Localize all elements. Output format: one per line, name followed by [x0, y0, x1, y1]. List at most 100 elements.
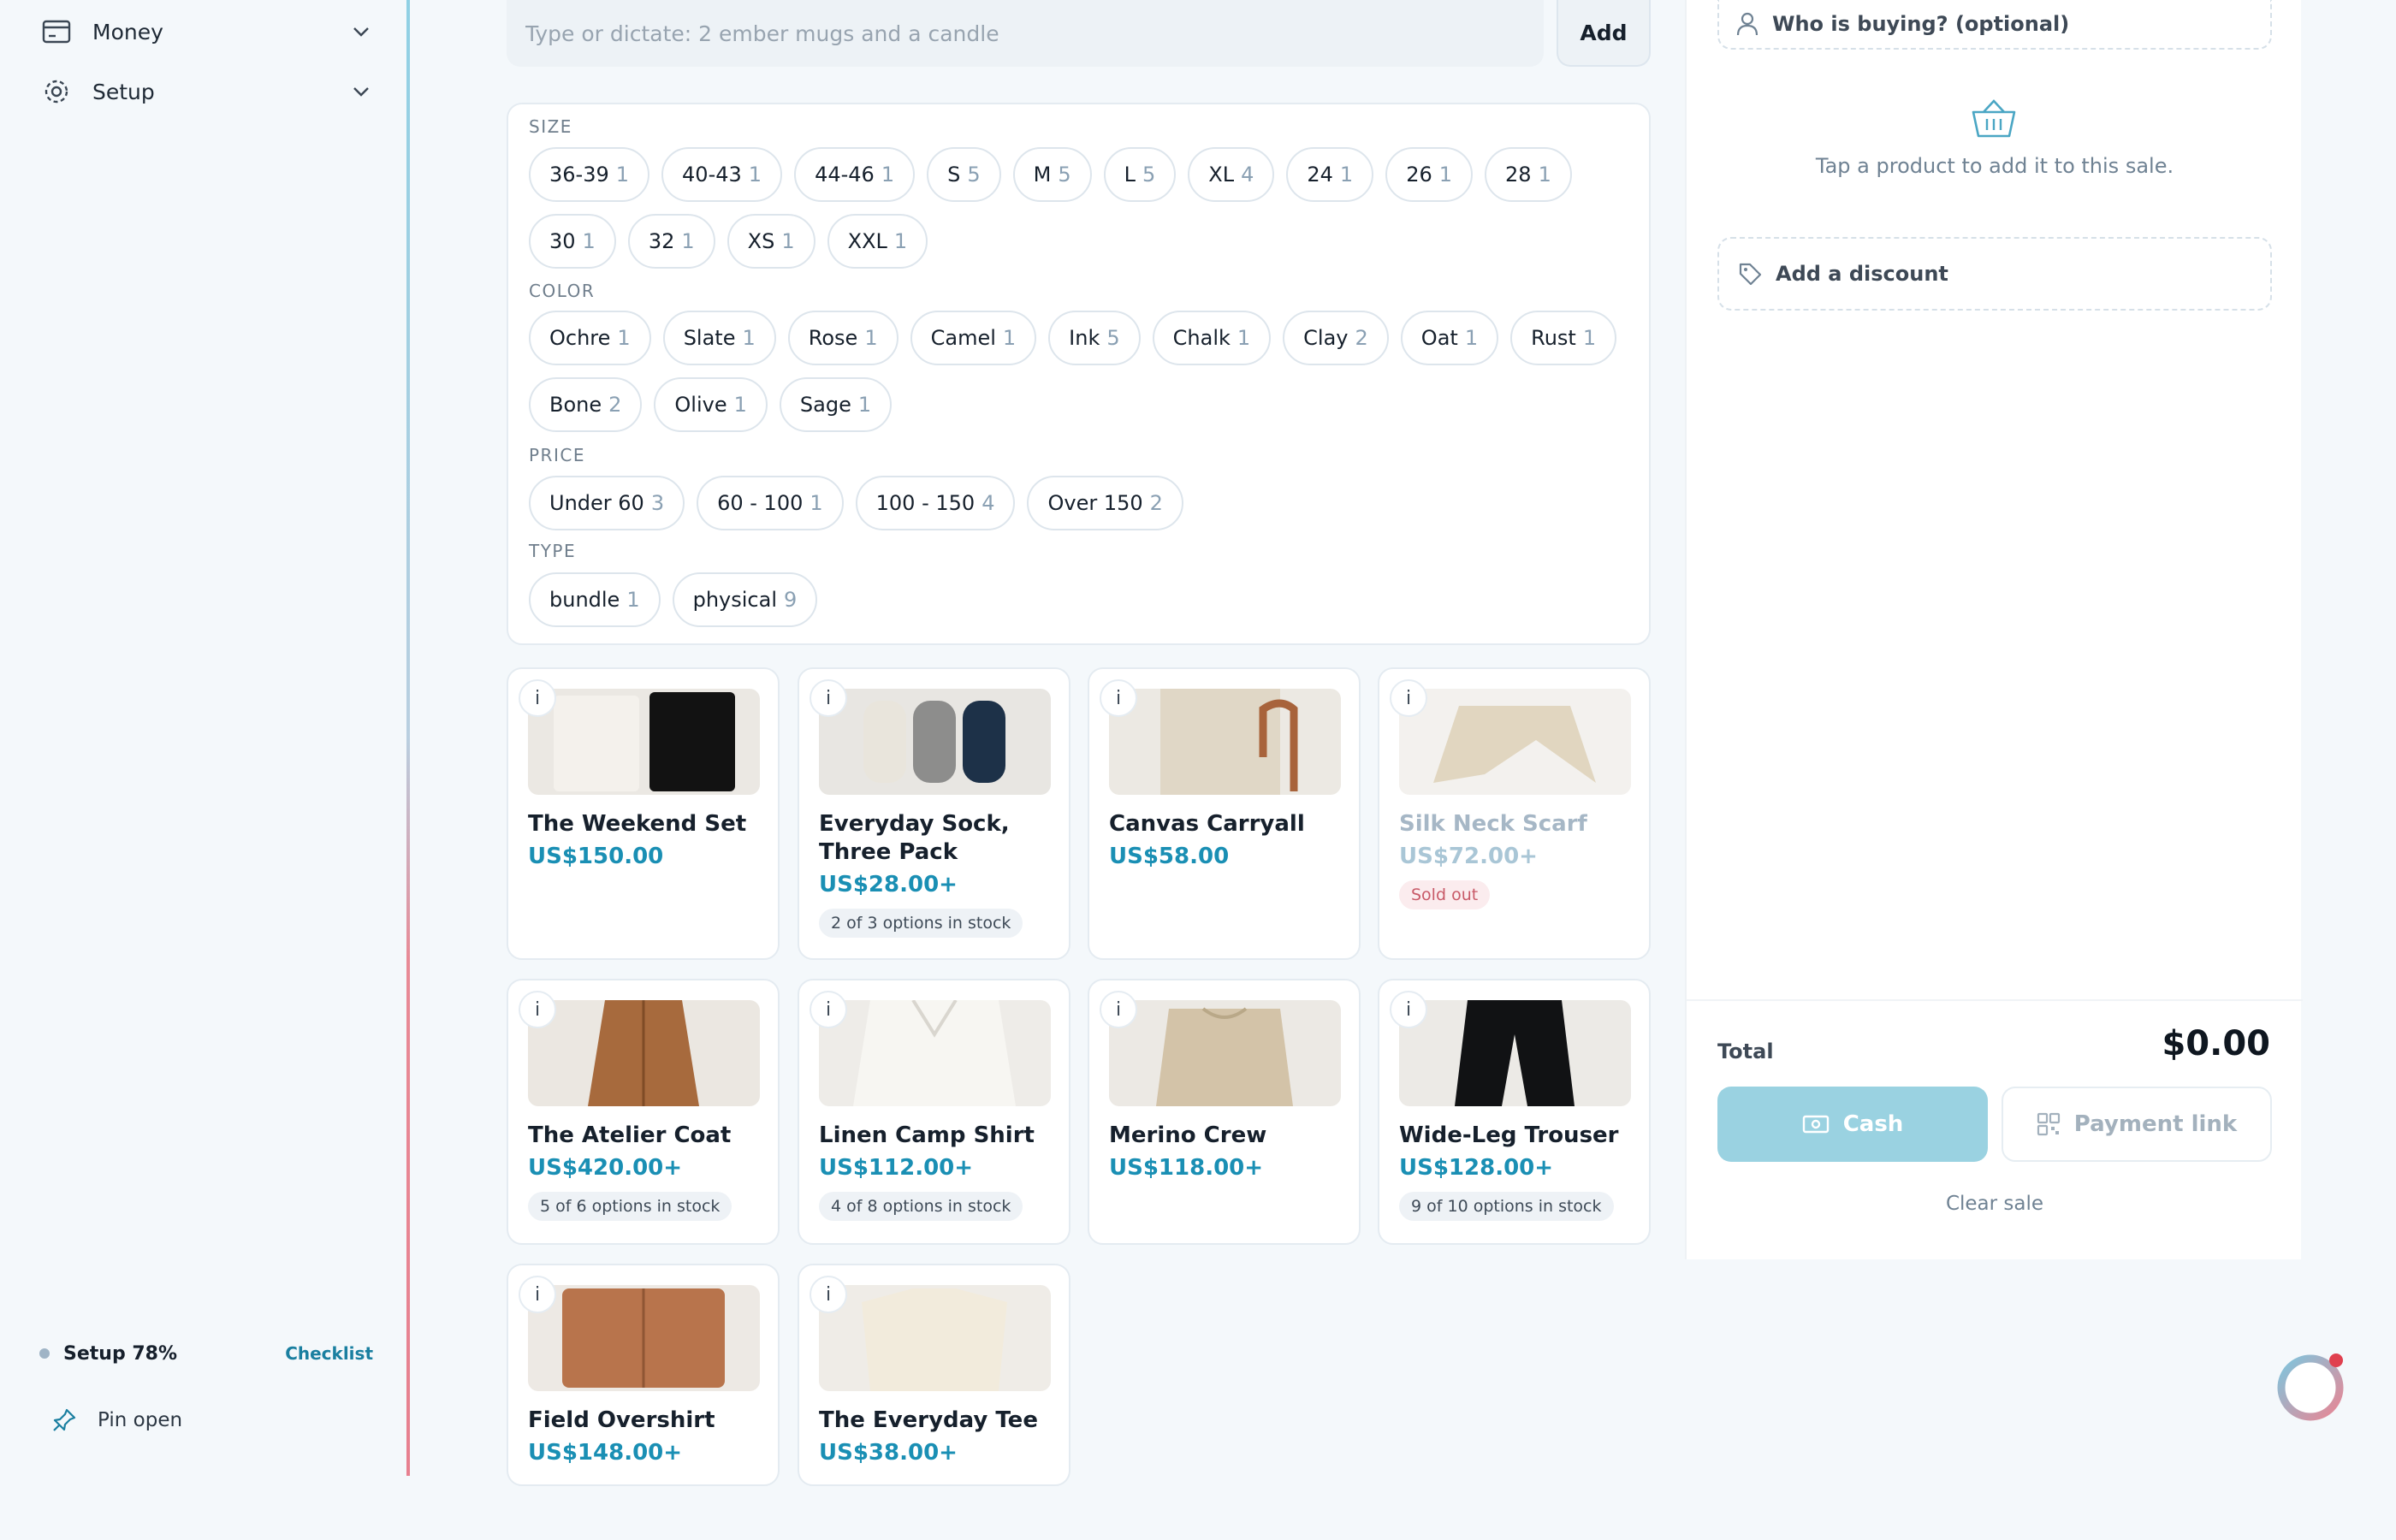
- info-button[interactable]: i: [1390, 679, 1427, 717]
- filter-chip-count: 1: [1237, 326, 1251, 350]
- filter-group-title: SIZE: [529, 116, 572, 137]
- setup-progress-text: Setup 78%: [63, 1342, 178, 1365]
- product-image: [819, 1285, 1051, 1391]
- filter-chip[interactable]: Clay 2: [1283, 311, 1389, 365]
- checklist-link[interactable]: Checklist: [285, 1343, 373, 1364]
- filter-chip-label: 26: [1406, 163, 1432, 187]
- filter-panel: SIZE 36-39 1 40-43 1 44-46 1 S 5 M 5 L 5 XL 4 24 1 26 1 28…: [507, 103, 1651, 645]
- filter-chip[interactable]: 24 1: [1286, 147, 1374, 202]
- product-name: The Atelier Coat: [528, 1122, 732, 1148]
- product-card[interactable]: i Everyday Sock, Three Pack US$28.00+ 2 …: [798, 667, 1070, 960]
- filter-chip[interactable]: physical 9: [672, 572, 818, 627]
- filter-chip-label: Ink: [1069, 326, 1100, 350]
- cash-button[interactable]: Cash: [1717, 1087, 1988, 1162]
- add-button[interactable]: Add: [1557, 0, 1651, 67]
- sidebar-item-money[interactable]: Money: [39, 10, 373, 53]
- filter-chip[interactable]: Rust 1: [1510, 311, 1617, 365]
- product-price: US$148.00+: [528, 1440, 683, 1466]
- filter-chip-label: Slate: [683, 326, 736, 350]
- filter-chip[interactable]: 40-43 1: [661, 147, 783, 202]
- filter-chip-label: Rust: [1531, 326, 1576, 350]
- info-button[interactable]: i: [1390, 991, 1427, 1028]
- payment-link-button[interactable]: Payment link: [2002, 1087, 2272, 1162]
- filter-chip-label: S: [947, 163, 961, 187]
- filter-chip[interactable]: S5: [927, 147, 1001, 202]
- product-card[interactable]: i The Weekend Set US$150.00: [507, 667, 780, 960]
- info-button[interactable]: i: [1100, 991, 1137, 1028]
- filter-chip[interactable]: 26 1: [1385, 147, 1474, 202]
- info-button[interactable]: i: [810, 679, 847, 717]
- filter-chip[interactable]: Ink 5: [1048, 311, 1141, 365]
- filter-chip-count: 1: [742, 326, 756, 350]
- user-icon: [1736, 12, 1758, 36]
- filter-chip[interactable]: 44-46 1: [794, 147, 916, 202]
- product-price: US$150.00: [528, 844, 664, 869]
- pin-open-button[interactable]: Pin open: [51, 1403, 182, 1437]
- filter-chip[interactable]: L5: [1103, 147, 1177, 202]
- filter-chip-count: 1: [864, 326, 878, 350]
- filter-chip-label: Rose: [808, 326, 858, 350]
- filter-chip-label: Sage: [799, 393, 851, 417]
- filter-chip[interactable]: Oat 1: [1400, 311, 1499, 365]
- product-card[interactable]: i Merino Crew US$118.00+: [1088, 979, 1361, 1245]
- filter-chip-count: 5: [967, 163, 981, 187]
- info-button[interactable]: i: [810, 1276, 847, 1313]
- filter-chip[interactable]: 30 1: [529, 214, 616, 269]
- add-discount-button[interactable]: Add a discount: [1717, 237, 2272, 311]
- product-card[interactable]: i Silk Neck Scarf US$72.00+ Sold out: [1378, 667, 1651, 960]
- filter-chip[interactable]: XXL 1: [827, 214, 928, 269]
- filter-chip[interactable]: Bone 2: [529, 377, 643, 432]
- filter-chip[interactable]: Under 60 3: [529, 476, 685, 530]
- sidebar-item-setup[interactable]: Setup: [39, 70, 373, 113]
- filter-chip-label: XL: [1208, 163, 1235, 187]
- credit-card-icon: [39, 15, 74, 49]
- total-value: $0.00: [2162, 1024, 2270, 1063]
- filter-chip-label: XXL: [847, 229, 887, 253]
- add-discount-label: Add a discount: [1776, 262, 1948, 286]
- filter-chip-label: Olive: [674, 393, 727, 417]
- product-card[interactable]: i The Everyday Tee US$38.00+: [798, 1264, 1070, 1486]
- filter-chip[interactable]: XS 1: [727, 214, 815, 269]
- filter-chip[interactable]: bundle 1: [529, 572, 661, 627]
- product-card[interactable]: i Linen Camp Shirt US$112.00+ 4 of 8 opt…: [798, 979, 1070, 1245]
- filter-chip[interactable]: 60 - 100 1: [697, 476, 844, 530]
- filter-chip-label: 40-43: [682, 163, 742, 187]
- sidebar-item-label: Setup: [92, 79, 155, 104]
- product-name: The Everyday Tee: [819, 1407, 1038, 1433]
- filter-chip[interactable]: Rose 1: [787, 311, 898, 365]
- info-button[interactable]: i: [1100, 679, 1137, 717]
- product-card[interactable]: i Field Overshirt US$148.00+: [507, 1264, 780, 1486]
- info-button[interactable]: i: [810, 991, 847, 1028]
- filter-chip-count: 1: [857, 393, 872, 417]
- product-card[interactable]: i The Atelier Coat US$420.00+ 5 of 6 opt…: [507, 979, 780, 1245]
- filter-chip-count: 1: [810, 491, 823, 515]
- filter-chip[interactable]: 36-39 1: [529, 147, 650, 202]
- clear-sale-button[interactable]: Clear sale: [1687, 1193, 2303, 1215]
- dictate-input[interactable]: [525, 21, 1544, 46]
- assistant-icon[interactable]: [2273, 1350, 2348, 1425]
- filter-chip[interactable]: Chalk 1: [1152, 311, 1272, 365]
- info-button[interactable]: i: [519, 991, 556, 1028]
- filter-chip[interactable]: 32 1: [627, 214, 715, 269]
- filter-chip[interactable]: Olive 1: [654, 377, 768, 432]
- filter-chip-label: 30: [549, 229, 576, 253]
- filter-chip-label: 100 - 150: [875, 491, 976, 515]
- product-price: US$58.00: [1109, 844, 1230, 869]
- stock-badge: 2 of 3 options in stock: [819, 909, 1023, 938]
- product-card[interactable]: i Wide-Leg Trouser US$128.00+ 9 of 10 op…: [1378, 979, 1651, 1245]
- filter-chip[interactable]: Slate 1: [662, 311, 776, 365]
- product-card[interactable]: i Canvas Carryall US$58.00: [1088, 667, 1361, 960]
- filter-chip[interactable]: XL 4: [1188, 147, 1275, 202]
- info-button[interactable]: i: [519, 679, 556, 717]
- filter-chip[interactable]: 100 - 150 4: [855, 476, 1016, 530]
- info-button[interactable]: i: [519, 1276, 556, 1313]
- filter-chip[interactable]: Camel 1: [910, 311, 1037, 365]
- filter-chip[interactable]: Over 150 2: [1027, 476, 1183, 530]
- filter-chip[interactable]: M5: [1012, 147, 1092, 202]
- filter-chip[interactable]: 28 1: [1485, 147, 1572, 202]
- filter-chip-count: 2: [1149, 491, 1163, 515]
- buyer-field[interactable]: Who is buying? (optional): [1717, 0, 2272, 50]
- filter-chip[interactable]: Ochre 1: [529, 311, 651, 365]
- filter-chip-label: physical: [692, 588, 777, 612]
- filter-chip[interactable]: Sage 1: [779, 377, 893, 432]
